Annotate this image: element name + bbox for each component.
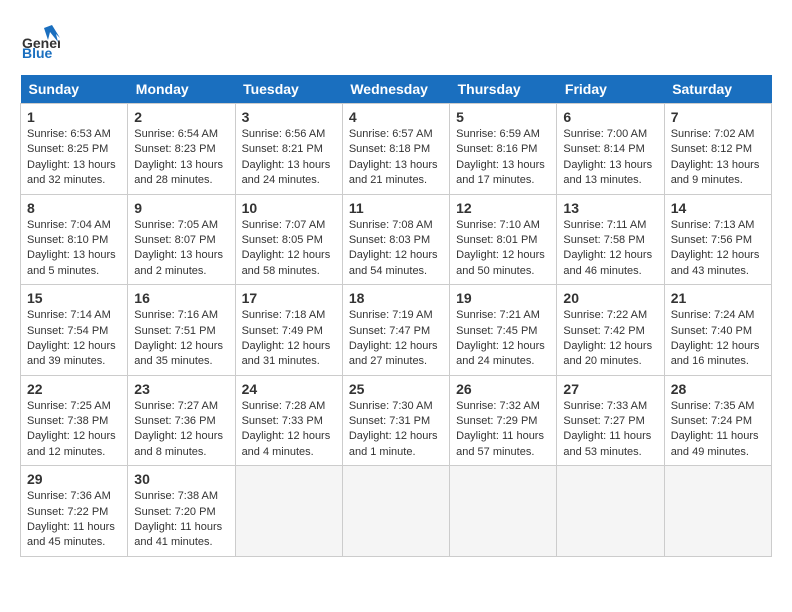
svg-text:Blue: Blue (22, 45, 53, 60)
calendar-row: 1 Sunrise: 6:53 AM Sunset: 8:25 PM Dayli… (21, 104, 772, 195)
table-cell: 23 Sunrise: 7:27 AM Sunset: 7:36 PM Dayl… (128, 375, 235, 466)
table-cell: 28 Sunrise: 7:35 AM Sunset: 7:24 PM Dayl… (664, 375, 771, 466)
table-cell: 30 Sunrise: 7:38 AM Sunset: 7:20 PM Dayl… (128, 466, 235, 557)
table-cell: 26 Sunrise: 7:32 AM Sunset: 7:29 PM Dayl… (450, 375, 557, 466)
table-cell: 17 Sunrise: 7:18 AM Sunset: 7:49 PM Dayl… (235, 285, 342, 376)
col-wednesday: Wednesday (342, 75, 449, 104)
table-cell: 4 Sunrise: 6:57 AM Sunset: 8:18 PM Dayli… (342, 104, 449, 195)
table-cell: 24 Sunrise: 7:28 AM Sunset: 7:33 PM Dayl… (235, 375, 342, 466)
calendar-row: 8 Sunrise: 7:04 AM Sunset: 8:10 PM Dayli… (21, 194, 772, 285)
table-cell: 13 Sunrise: 7:11 AM Sunset: 7:58 PM Dayl… (557, 194, 664, 285)
table-cell: 7 Sunrise: 7:02 AM Sunset: 8:12 PM Dayli… (664, 104, 771, 195)
table-cell: 20 Sunrise: 7:22 AM Sunset: 7:42 PM Dayl… (557, 285, 664, 376)
table-cell: 2 Sunrise: 6:54 AM Sunset: 8:23 PM Dayli… (128, 104, 235, 195)
logo-icon: General Blue (20, 20, 60, 65)
table-cell: 27 Sunrise: 7:33 AM Sunset: 7:27 PM Dayl… (557, 375, 664, 466)
table-cell: 3 Sunrise: 6:56 AM Sunset: 8:21 PM Dayli… (235, 104, 342, 195)
logo: General Blue (20, 20, 60, 65)
table-cell: 16 Sunrise: 7:16 AM Sunset: 7:51 PM Dayl… (128, 285, 235, 376)
table-cell: 6 Sunrise: 7:00 AM Sunset: 8:14 PM Dayli… (557, 104, 664, 195)
table-cell: 18 Sunrise: 7:19 AM Sunset: 7:47 PM Dayl… (342, 285, 449, 376)
table-cell: 25 Sunrise: 7:30 AM Sunset: 7:31 PM Dayl… (342, 375, 449, 466)
col-tuesday: Tuesday (235, 75, 342, 104)
col-monday: Monday (128, 75, 235, 104)
header-row: Sunday Monday Tuesday Wednesday Thursday… (21, 75, 772, 104)
page-header: General Blue (20, 20, 772, 65)
calendar-row: 22 Sunrise: 7:25 AM Sunset: 7:38 PM Dayl… (21, 375, 772, 466)
col-thursday: Thursday (450, 75, 557, 104)
table-cell: 5 Sunrise: 6:59 AM Sunset: 8:16 PM Dayli… (450, 104, 557, 195)
table-cell: 1 Sunrise: 6:53 AM Sunset: 8:25 PM Dayli… (21, 104, 128, 195)
table-cell: 29 Sunrise: 7:36 AM Sunset: 7:22 PM Dayl… (21, 466, 128, 557)
calendar-table: Sunday Monday Tuesday Wednesday Thursday… (20, 75, 772, 557)
table-cell: 14 Sunrise: 7:13 AM Sunset: 7:56 PM Dayl… (664, 194, 771, 285)
table-cell: 11 Sunrise: 7:08 AM Sunset: 8:03 PM Dayl… (342, 194, 449, 285)
col-friday: Friday (557, 75, 664, 104)
table-cell: 10 Sunrise: 7:07 AM Sunset: 8:05 PM Dayl… (235, 194, 342, 285)
col-saturday: Saturday (664, 75, 771, 104)
table-cell (664, 466, 771, 557)
table-cell: 12 Sunrise: 7:10 AM Sunset: 8:01 PM Dayl… (450, 194, 557, 285)
col-sunday: Sunday (21, 75, 128, 104)
table-cell: 21 Sunrise: 7:24 AM Sunset: 7:40 PM Dayl… (664, 285, 771, 376)
table-cell (450, 466, 557, 557)
table-cell (235, 466, 342, 557)
table-cell: 19 Sunrise: 7:21 AM Sunset: 7:45 PM Dayl… (450, 285, 557, 376)
calendar-row: 29 Sunrise: 7:36 AM Sunset: 7:22 PM Dayl… (21, 466, 772, 557)
table-cell: 8 Sunrise: 7:04 AM Sunset: 8:10 PM Dayli… (21, 194, 128, 285)
table-cell: 22 Sunrise: 7:25 AM Sunset: 7:38 PM Dayl… (21, 375, 128, 466)
calendar-row: 15 Sunrise: 7:14 AM Sunset: 7:54 PM Dayl… (21, 285, 772, 376)
table-cell: 15 Sunrise: 7:14 AM Sunset: 7:54 PM Dayl… (21, 285, 128, 376)
table-cell: 9 Sunrise: 7:05 AM Sunset: 8:07 PM Dayli… (128, 194, 235, 285)
table-cell (557, 466, 664, 557)
table-cell (342, 466, 449, 557)
